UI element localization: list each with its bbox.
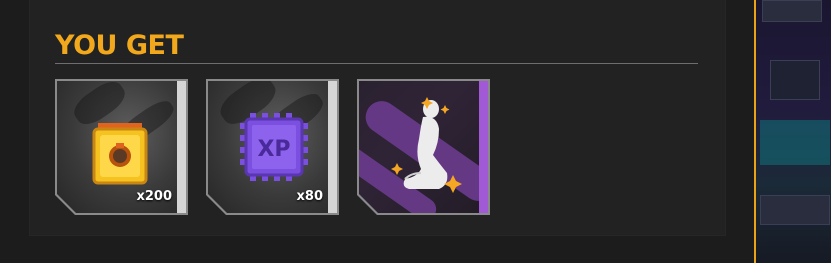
scenery-block [760,195,830,225]
gold-token-icon [90,121,150,187]
rarity-stripe [177,81,186,213]
rewards-title: YOU GET [55,30,184,61]
reward-card-kneeling-pose-emote[interactable] [357,79,490,215]
scenery-glow [760,120,830,165]
xp-chip-icon: XP [236,109,312,185]
rarity-stripe [479,81,488,213]
reward-quantity: x200 [136,189,172,204]
reward-card-xp-chip[interactable]: XP x80 [206,79,339,215]
reward-card-background [359,81,488,213]
reward-card-background: XP x80 [208,81,337,213]
reward-card-background: x200 [57,81,186,213]
reward-quantity: x80 [296,189,323,204]
background-scene [754,0,831,263]
title-divider [55,63,698,64]
svg-text:XP: XP [257,137,290,162]
scenery-block [762,0,822,22]
scenery-block [770,60,820,100]
kneeling-figure-icon [387,93,467,203]
reward-card-gold-token[interactable]: x200 [55,79,188,215]
rarity-stripe [328,81,337,213]
